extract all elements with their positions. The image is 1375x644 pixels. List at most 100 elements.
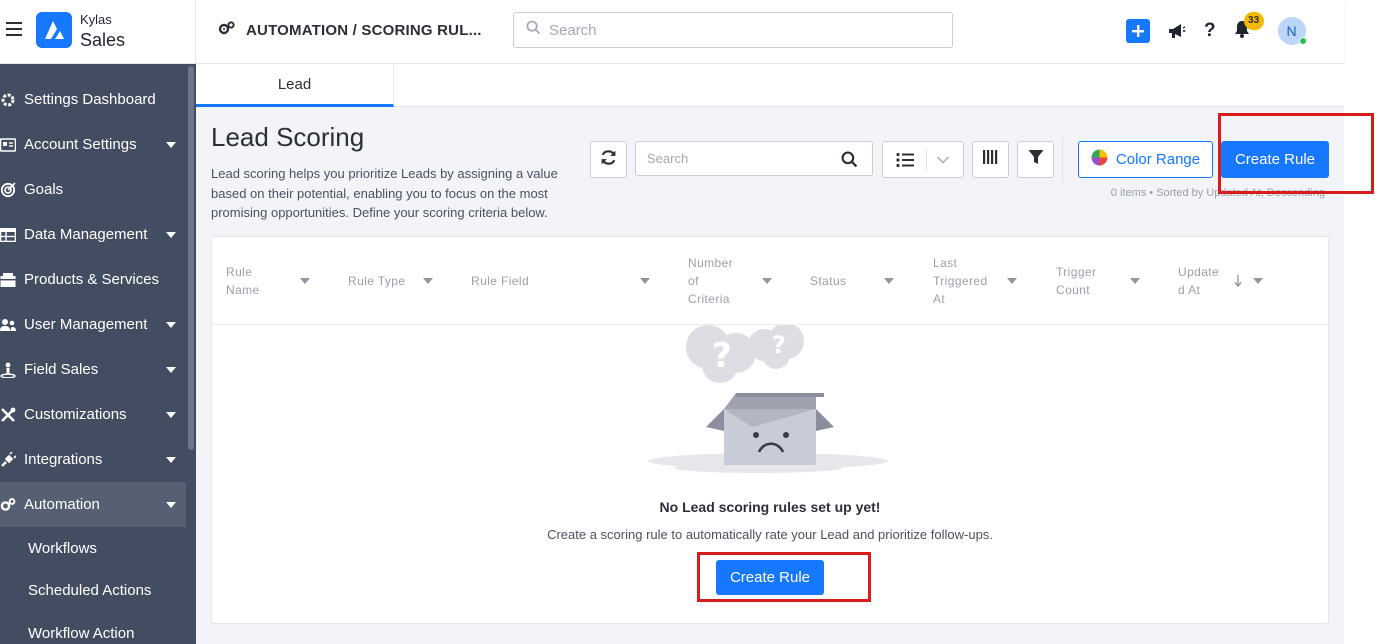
chevron-down-icon[interactable] (884, 278, 894, 284)
sidebar-item-settings-dashboard[interactable]: Settings Dashboard (0, 77, 186, 122)
chevron-down-icon (166, 142, 176, 148)
filter-icon (1028, 149, 1044, 170)
sidebar-item-label: Field Sales (24, 361, 99, 378)
sidebar-item-label: Products & Services (24, 271, 160, 288)
help-icon[interactable]: ? (1204, 20, 1216, 42)
column-header-number-of-criteria[interactable]: Number of Criteria (688, 237, 788, 325)
column-header-label: Rule Field (471, 274, 530, 288)
chevron-down-icon[interactable] (1253, 278, 1263, 284)
table-icon (0, 227, 16, 243)
chevron-down-icon (166, 367, 176, 373)
page-description: Lead scoring helps you prioritize Leads … (211, 166, 558, 220)
create-rule-button-empty-state[interactable]: Create Rule (716, 560, 824, 595)
sidebar-subitem-workflow-action[interactable]: Workflow Action (28, 625, 134, 642)
refresh-icon (600, 149, 617, 171)
list-search[interactable] (635, 141, 873, 176)
sidebar-item-label: Automation (24, 496, 100, 513)
online-status-dot (1298, 37, 1307, 45)
global-search[interactable] (513, 12, 953, 48)
chevron-down-icon[interactable] (423, 278, 433, 284)
sidebar-item-label: Settings Dashboard (24, 91, 156, 108)
tab-lead[interactable]: Lead (196, 64, 394, 107)
brand-name-top: Kylas (80, 12, 112, 27)
chevron-down-icon[interactable] (1130, 278, 1140, 284)
column-header-status[interactable]: Status (810, 237, 910, 325)
sidebar-item-goals[interactable]: Goals (0, 167, 186, 212)
plug-icon (0, 451, 16, 468)
divider (926, 149, 927, 170)
global-search-input[interactable] (549, 21, 929, 39)
notification-badge: 33 (1243, 11, 1264, 30)
megaphone-icon[interactable] (1168, 23, 1186, 39)
column-header-label: Status (810, 274, 847, 288)
column-header-trigger-count[interactable]: Trigger Count (1056, 237, 1156, 325)
sort-descending-icon[interactable] (1234, 274, 1242, 292)
user-avatar[interactable]: N (1277, 17, 1307, 45)
create-rule-button-top[interactable]: Create Rule (1221, 141, 1329, 178)
column-header-rule-field[interactable]: Rule Field (471, 237, 661, 325)
list-view-icon[interactable] (896, 152, 914, 168)
column-header-rule-type[interactable]: Rule Type (348, 237, 448, 325)
notifications-button[interactable]: 33 (1234, 11, 1264, 43)
chevron-down-icon (166, 322, 176, 328)
columns-button[interactable] (972, 141, 1009, 178)
column-header-updated-at[interactable]: Update d At (1178, 237, 1288, 325)
sidebar-item-automation[interactable]: Automation (0, 482, 186, 527)
gears-icon (218, 20, 236, 40)
chevron-down-icon[interactable] (936, 155, 950, 165)
main-content: Lead Lead Scoring Lead scoring helps you… (196, 64, 1344, 644)
tools-icon (0, 407, 16, 423)
refresh-button[interactable] (590, 141, 627, 178)
column-header-label: Rule Name (226, 265, 260, 297)
sidebar-subitem-scheduled-actions[interactable]: Scheduled Actions (28, 582, 151, 599)
chevron-down-icon[interactable] (1007, 278, 1017, 284)
chevron-down-icon (166, 232, 176, 238)
sidebar-scrollbar[interactable] (188, 66, 194, 450)
chevron-down-icon (166, 457, 176, 463)
person-pin-icon (0, 362, 16, 378)
breadcrumb: AUTOMATION / SCORING RUL... (218, 20, 482, 40)
chevron-down-icon[interactable] (640, 278, 650, 284)
box-icon (0, 272, 16, 288)
empty-state-subtitle: Create a scoring rule to automatically r… (547, 527, 993, 542)
kylas-logo-icon[interactable] (36, 12, 72, 48)
column-header-label: Update d At (1178, 265, 1220, 297)
search-icon (526, 20, 541, 40)
column-header-label: Number of Criteria (688, 256, 734, 306)
sidebar-subitem-workflows[interactable]: Workflows (28, 540, 97, 557)
brand-area: Kylas Sales (0, 0, 196, 64)
search-icon[interactable] (841, 151, 858, 173)
sidebar-item-data-management[interactable]: Data Management (0, 212, 186, 257)
list-search-input[interactable] (647, 151, 837, 166)
chevron-down-icon[interactable] (762, 278, 772, 284)
sidebar-item-products-services[interactable]: Products & Services (0, 257, 186, 302)
barcode-columns-icon (982, 149, 1000, 170)
sidebar-item-user-management[interactable]: User Management (0, 302, 186, 347)
column-header-label: Trigger Count (1056, 265, 1097, 297)
sidebar-item-account-settings[interactable]: Account Settings (0, 122, 186, 167)
settings-sidebar: Settings Dashboard Account Settings Goal… (0, 64, 196, 644)
rules-table-panel: Rule Name Rule Type Rule Field Number of… (211, 236, 1329, 624)
users-icon (0, 317, 16, 333)
avatar-initial: N (1286, 23, 1297, 39)
gear-icon (0, 92, 16, 108)
brand-name-main: Sales (80, 30, 126, 50)
svg-text:?: ? (712, 336, 732, 376)
chevron-down-icon (166, 502, 176, 508)
quick-add-button[interactable] (1126, 19, 1150, 43)
filter-button[interactable] (1017, 141, 1054, 178)
hamburger-menu-icon[interactable] (6, 22, 22, 38)
sidebar-item-customizations[interactable]: Customizations (0, 392, 186, 437)
view-switcher[interactable] (882, 141, 964, 178)
chevron-down-icon[interactable] (300, 278, 310, 284)
target-icon (0, 181, 16, 198)
chevron-down-icon (166, 412, 176, 418)
sidebar-item-field-sales[interactable]: Field Sales (0, 347, 186, 392)
column-header-rule-name[interactable]: Rule Name (226, 237, 316, 325)
color-range-button[interactable]: Color Range (1078, 141, 1213, 178)
sidebar-item-integrations[interactable]: Integrations (0, 437, 186, 482)
column-header-last-triggered-at[interactable]: Last Triggered At (933, 237, 1033, 325)
sidebar-item-label: Account Settings (24, 136, 137, 153)
empty-state-illustration: ? ? (648, 323, 892, 473)
color-wheel-icon (1091, 149, 1108, 170)
